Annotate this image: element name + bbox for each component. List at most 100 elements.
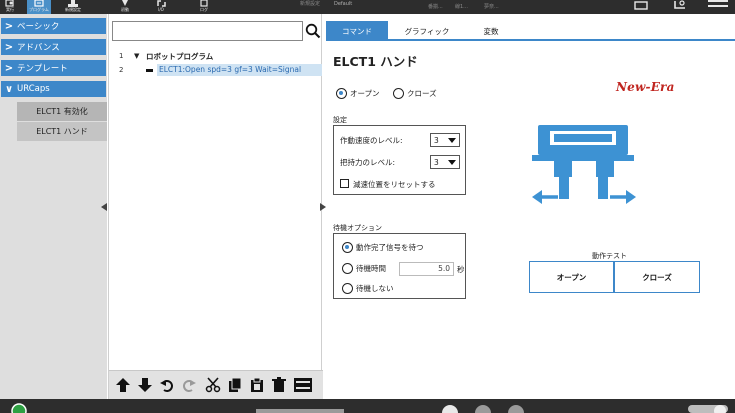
right-finger-lower-shape [598, 177, 608, 199]
speed-level-value: 3 [434, 135, 439, 145]
hamburger-menu-icon[interactable] [708, 0, 728, 10]
tab-label: グラフィック [404, 26, 450, 36]
move-down-icon[interactable] [137, 377, 153, 393]
gripper-slot-shape [554, 134, 612, 142]
move-tab[interactable]: 初動 [116, 0, 134, 14]
run-tab-label: 実行 [6, 7, 14, 12]
wait-time-input[interactable]: 5.0 [399, 262, 454, 276]
installation-name-label: 新規設定 [300, 1, 321, 7]
radio-open[interactable]: オープン [336, 88, 380, 99]
io-tab[interactable]: I/O [152, 0, 170, 14]
redo-icon[interactable] [181, 377, 197, 393]
radio-wait-time-indicator[interactable] [342, 263, 353, 274]
dropdown-arrow-icon [448, 138, 456, 143]
simulation-toggle[interactable] [688, 404, 728, 413]
suppress-icon[interactable] [293, 377, 313, 393]
power-status-icon[interactable] [11, 402, 27, 413]
sidebar-item-advanced[interactable]: > アドバンス [1, 39, 106, 56]
radio-open-label: オープン [350, 89, 380, 98]
gripper-illustration [532, 125, 636, 204]
installation-tab[interactable]: 新規設定 [62, 0, 84, 14]
gripper-base-shape [532, 155, 634, 161]
play-button-icon[interactable] [442, 405, 458, 413]
sidebar-subitem-label: ELCT1 有効化 [36, 107, 88, 116]
reset-decel-label: 減速位置をリセットする [353, 180, 436, 189]
radio-wait-signal-label: 動作完了信号を待つ [356, 243, 424, 252]
test-close-button[interactable]: クローズ [614, 261, 700, 293]
grip-force-select[interactable]: 3 [430, 155, 460, 169]
dropdown-arrow-icon [448, 160, 456, 165]
sidebar-item-urcaps[interactable]: ∨ URCaps [1, 81, 106, 98]
installation-name-value: Default [334, 1, 353, 7]
right-finger-upper-shape [596, 161, 614, 177]
tab-graphics[interactable]: グラフィック [388, 21, 466, 41]
program-node-sidebar: > ベーシック > アドバンス > テンプレート ∨ URCaps ELCT1 … [0, 14, 107, 399]
wait-time-unit: 秒 [457, 265, 465, 274]
radio-close-indicator[interactable] [393, 88, 404, 99]
sidebar-subitem-elct1-activate[interactable]: ELCT1 有効化 [17, 102, 107, 121]
undo-icon[interactable] [159, 377, 175, 393]
speed-level-label: 作動速度のレベル: [340, 136, 403, 145]
tree-toolbar [109, 370, 323, 399]
radio-close-label: クローズ [407, 89, 437, 98]
tab-variables[interactable]: 変数 [466, 21, 516, 41]
sidebar-item-label: ベーシック [17, 22, 60, 32]
run-tab[interactable]: 実行 [1, 0, 19, 14]
top-meta-1: 番揃... [428, 4, 443, 10]
radio-no-wait[interactable]: 待機しない [342, 283, 394, 294]
top-meta-3: 夢奈... [484, 4, 499, 10]
tree-row-robot-program[interactable]: 1 ▼ ロボットプログラム [109, 50, 323, 62]
radio-wait-signal[interactable]: 動作完了信号を待つ [342, 242, 424, 253]
radio-close[interactable]: クローズ [393, 88, 437, 99]
test-open-button[interactable]: オープン [529, 261, 614, 293]
move-up-icon[interactable] [115, 377, 131, 393]
tree-node-label: ロボットプログラム [146, 51, 214, 61]
tree-search-input[interactable] [112, 21, 303, 41]
program-icon [34, 0, 44, 7]
grip-force-label: 把持力のレベル: [340, 158, 396, 167]
tree-row-elct1-open[interactable]: 2 ELCT1:Open spd=3 gf=3 Wait=Signal [109, 64, 323, 76]
reset-decel-checkbox[interactable] [340, 179, 349, 188]
left-finger-lower-shape [559, 177, 569, 199]
tree-node-label: ELCT1:Open spd=3 gf=3 Wait=Signal [157, 64, 322, 76]
collapse-left-arrow-icon[interactable] [101, 203, 107, 211]
radio-wait-time[interactable]: 待機時間 [342, 263, 386, 274]
copy-icon[interactable] [227, 377, 243, 393]
sidebar-item-basic[interactable]: > ベーシック [1, 18, 106, 35]
tree-line-number: 1 [119, 52, 124, 60]
bottom-bar [0, 399, 735, 413]
top-bar: 実行 プログラム 新規設定 初動 I/O ログ 新規設定 Default 番揃.… [0, 0, 735, 14]
sidebar-item-label: テンプレート [17, 64, 68, 74]
speed-level-select[interactable]: 3 [430, 133, 460, 147]
cut-icon[interactable] [205, 377, 221, 393]
log-tab-label: ログ [200, 7, 208, 12]
delete-icon[interactable] [271, 377, 287, 393]
sidebar-subitem-elct1-hand[interactable]: ELCT1 ハンド [17, 122, 107, 141]
tree-expand-icon[interactable]: ▼ [134, 52, 139, 60]
radio-open-indicator[interactable] [336, 88, 347, 99]
speed-slider[interactable] [256, 409, 344, 413]
run-icon [5, 0, 14, 7]
test-title: 動作テスト [592, 251, 629, 261]
chevron-right-icon: > [4, 41, 14, 53]
save-icon[interactable] [673, 0, 687, 10]
program-tab[interactable]: プログラム [27, 0, 51, 14]
stop-button-icon[interactable] [508, 405, 524, 413]
paste-icon[interactable] [249, 377, 265, 393]
program-tab-label: プログラム [29, 7, 49, 12]
search-icon[interactable] [305, 22, 321, 40]
robot-cloud-icon[interactable] [634, 0, 648, 10]
radio-wait-signal-indicator[interactable] [342, 242, 353, 253]
radio-no-wait-indicator[interactable] [342, 283, 353, 294]
brand-logo: New-Era [616, 80, 675, 94]
installation-icon [68, 0, 78, 7]
move-tab-label: 初動 [121, 7, 129, 12]
pause-button-icon[interactable] [475, 405, 491, 413]
content-tabs: コマンド グラフィック 変数 [326, 21, 735, 41]
tab-command[interactable]: コマンド [326, 21, 388, 41]
sidebar-item-templates[interactable]: > テンプレート [1, 60, 106, 77]
top-meta-2: 線1... [455, 4, 468, 10]
tab-label: 変数 [483, 26, 499, 36]
log-tab[interactable]: ログ [195, 0, 213, 14]
sidebar-item-label: アドバンス [17, 43, 60, 53]
